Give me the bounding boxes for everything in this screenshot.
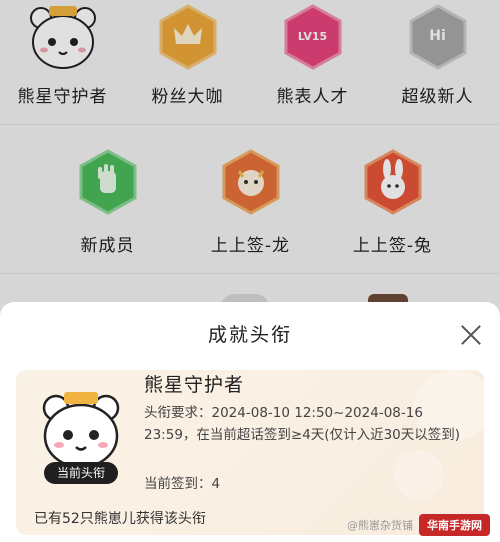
rabbit-hex-icon: [363, 149, 423, 215]
decoration: [394, 450, 444, 500]
bear-face-icon: [40, 390, 122, 472]
badge-label: 熊表人才: [276, 87, 349, 107]
watermark-text: @熊崽杂货铺: [347, 519, 413, 532]
hi-hex-icon: Hi: [408, 4, 468, 70]
badge-label: 粉丝大咖: [151, 87, 224, 107]
sheet-title: 成就头衔: [207, 324, 292, 346]
badge-label: 上上签-龙: [210, 236, 291, 256]
title-name: 熊星守护者: [144, 374, 245, 396]
title-card: 当前头衔 熊星守护者 头衔要求：2024-08-10 12:50~2024-08…: [16, 370, 484, 535]
badge-fan-star[interactable]: 粉丝大咖: [125, 0, 250, 124]
badge-lucky-rabbit[interactable]: 上上签-兔: [330, 125, 455, 273]
badge-row-2: 新成员 上上签-龙 上上签-兔: [0, 125, 500, 274]
badge-label: 熊星守护者: [17, 87, 108, 107]
achievement-sheet: 成就头衔 当前头衔 熊星守护者 头衔要求：2024-08-10 12:50~20…: [0, 302, 500, 542]
badge-lucky-dragon[interactable]: 上上签-龙: [188, 125, 313, 273]
crown-hex-icon: [158, 4, 218, 70]
title-requirement: 头衔要求：2024-08-10 12:50~2024-08-16 23:59，在…: [144, 405, 461, 443]
dragon-hex-icon: [221, 149, 281, 215]
badge-label: 上上签-兔: [352, 236, 433, 256]
owner-count-text: 已有52只熊崽儿获得该头衔: [34, 511, 206, 527]
badge-label: 新成员: [80, 236, 135, 256]
checkin-progress: 当前签到：4: [144, 476, 221, 492]
lv15-hex-icon: LV15: [283, 4, 343, 70]
close-icon[interactable]: [458, 322, 484, 348]
bear-face-icon: [27, 4, 99, 76]
badge-super-newcomer[interactable]: Hi 超级新人: [375, 0, 500, 124]
badge-row-1: 熊星守护者 粉丝大咖 LV15 熊表人才 Hi 超级新人: [0, 0, 500, 125]
hand-hex-icon: [78, 149, 138, 215]
current-title-badge: 当前头衔: [44, 462, 118, 484]
badge-new-member[interactable]: 新成员: [45, 125, 170, 273]
badge-label: 超级新人: [401, 87, 474, 107]
badge-bear-guardian[interactable]: 熊星守护者: [0, 0, 125, 124]
badge-emoji-talent[interactable]: LV15 熊表人才: [250, 0, 375, 124]
